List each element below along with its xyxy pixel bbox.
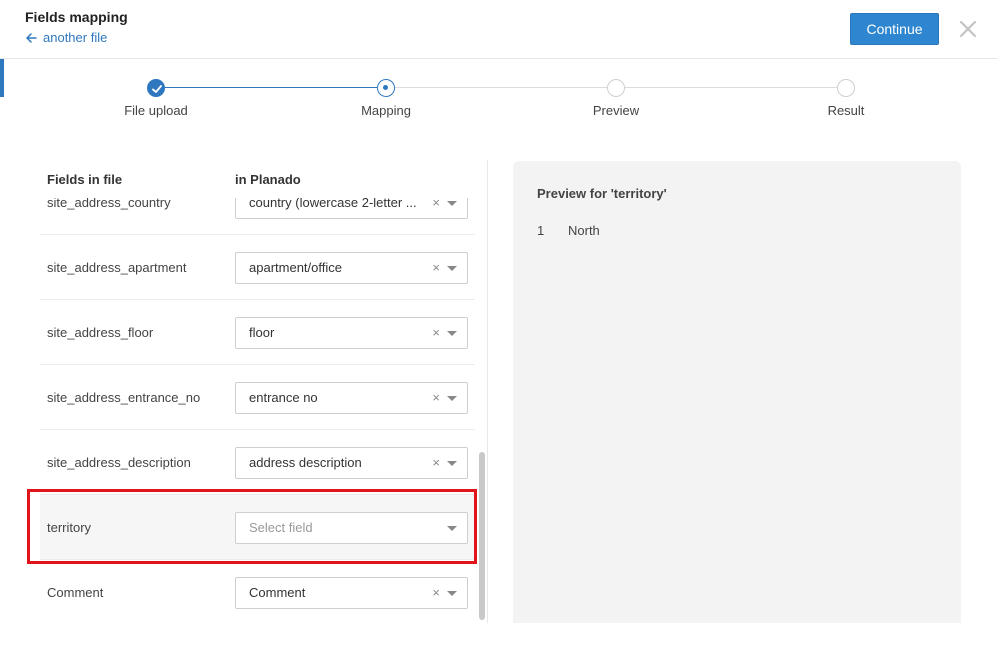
select-value: address description (249, 455, 362, 470)
mapping-row: site_address_entrance_no entrance no × (40, 365, 475, 430)
mapping-row: site_address_floor floor × (40, 300, 475, 365)
modal-header: Fields mapping another file Continue (0, 0, 997, 59)
planado-field-select[interactable]: entrance no × (235, 382, 468, 414)
stepper-line-pending (394, 87, 607, 88)
planado-field-select[interactable]: Comment × (235, 577, 468, 609)
back-to-another-file-link[interactable]: another file (25, 30, 107, 45)
preview-panel: Preview for 'territory' 1 North (513, 161, 961, 631)
arrow-left-icon (26, 32, 37, 43)
clear-icon[interactable]: × (432, 578, 440, 608)
column-header-fields-in-file: Fields in file (47, 172, 123, 187)
clear-icon[interactable]: × (432, 383, 440, 413)
planado-field-select[interactable]: Select field (235, 512, 468, 544)
active-step-icon (377, 79, 395, 97)
chevron-down-icon[interactable] (447, 591, 457, 596)
import-stepper: File upload Mapping Preview Result (0, 70, 997, 130)
step-label: Mapping (361, 103, 411, 118)
step-label: Preview (592, 103, 640, 118)
check-icon (147, 79, 165, 97)
planado-field-select[interactable]: apartment/office × (235, 252, 468, 284)
file-field-name: site_address_entrance_no (47, 390, 201, 405)
chevron-down-icon[interactable] (447, 396, 457, 401)
chevron-down-icon[interactable] (447, 331, 457, 336)
step-label: File upload (124, 103, 188, 118)
file-field-name: site_address_description (47, 455, 191, 470)
select-value: apartment/office (249, 260, 342, 275)
preview-title: Preview for 'territory' (537, 186, 667, 201)
planado-field-select[interactable]: floor × (235, 317, 468, 349)
modal-title: Fields mapping (25, 9, 128, 25)
close-icon[interactable] (958, 19, 978, 39)
step-label: Result (827, 103, 865, 118)
modal-footer-space (0, 623, 997, 656)
mapping-list[interactable]: site_address_country country (lowercase … (30, 160, 490, 623)
back-link-label: another file (43, 30, 108, 45)
file-field-name: site_address_floor (47, 325, 154, 340)
mapping-row: site_address_description address descrip… (40, 430, 475, 495)
select-value: entrance no (249, 390, 318, 405)
chevron-down-icon[interactable] (447, 201, 457, 206)
column-header-in-planado: in Planado (235, 172, 301, 187)
chevron-down-icon[interactable] (447, 526, 457, 531)
clear-icon[interactable]: × (432, 448, 440, 478)
mapping-row: site_address_apartment apartment/office … (40, 235, 475, 300)
preview-row-value: North (568, 223, 600, 238)
select-value: floor (249, 325, 275, 340)
continue-button[interactable]: Continue (850, 13, 939, 45)
list-header: Fields in file in Planado (30, 160, 475, 198)
chevron-down-icon[interactable] (447, 461, 457, 466)
stepper-line-pending (624, 87, 838, 88)
preview-row-index: 1 (537, 223, 545, 238)
list-scrollbar[interactable] (479, 452, 485, 620)
pending-step-icon (837, 79, 855, 97)
clear-icon[interactable]: × (432, 253, 440, 283)
pending-step-icon (607, 79, 625, 97)
file-field-name: site_address_apartment (47, 260, 187, 275)
select-placeholder: Select field (249, 520, 313, 535)
planado-field-select[interactable]: address description × (235, 447, 468, 479)
file-field-name: Comment (47, 585, 104, 600)
select-value: Comment (249, 585, 306, 600)
clear-icon[interactable]: × (432, 318, 440, 348)
preview-row: 1 North (537, 223, 600, 238)
stepper-line-completed (163, 87, 378, 88)
mapping-row: Comment Comment × (40, 560, 475, 623)
mapping-row-territory: territory Select field (40, 495, 475, 560)
file-field-name: territory (47, 520, 92, 535)
chevron-down-icon[interactable] (447, 266, 457, 271)
divider (487, 160, 488, 623)
